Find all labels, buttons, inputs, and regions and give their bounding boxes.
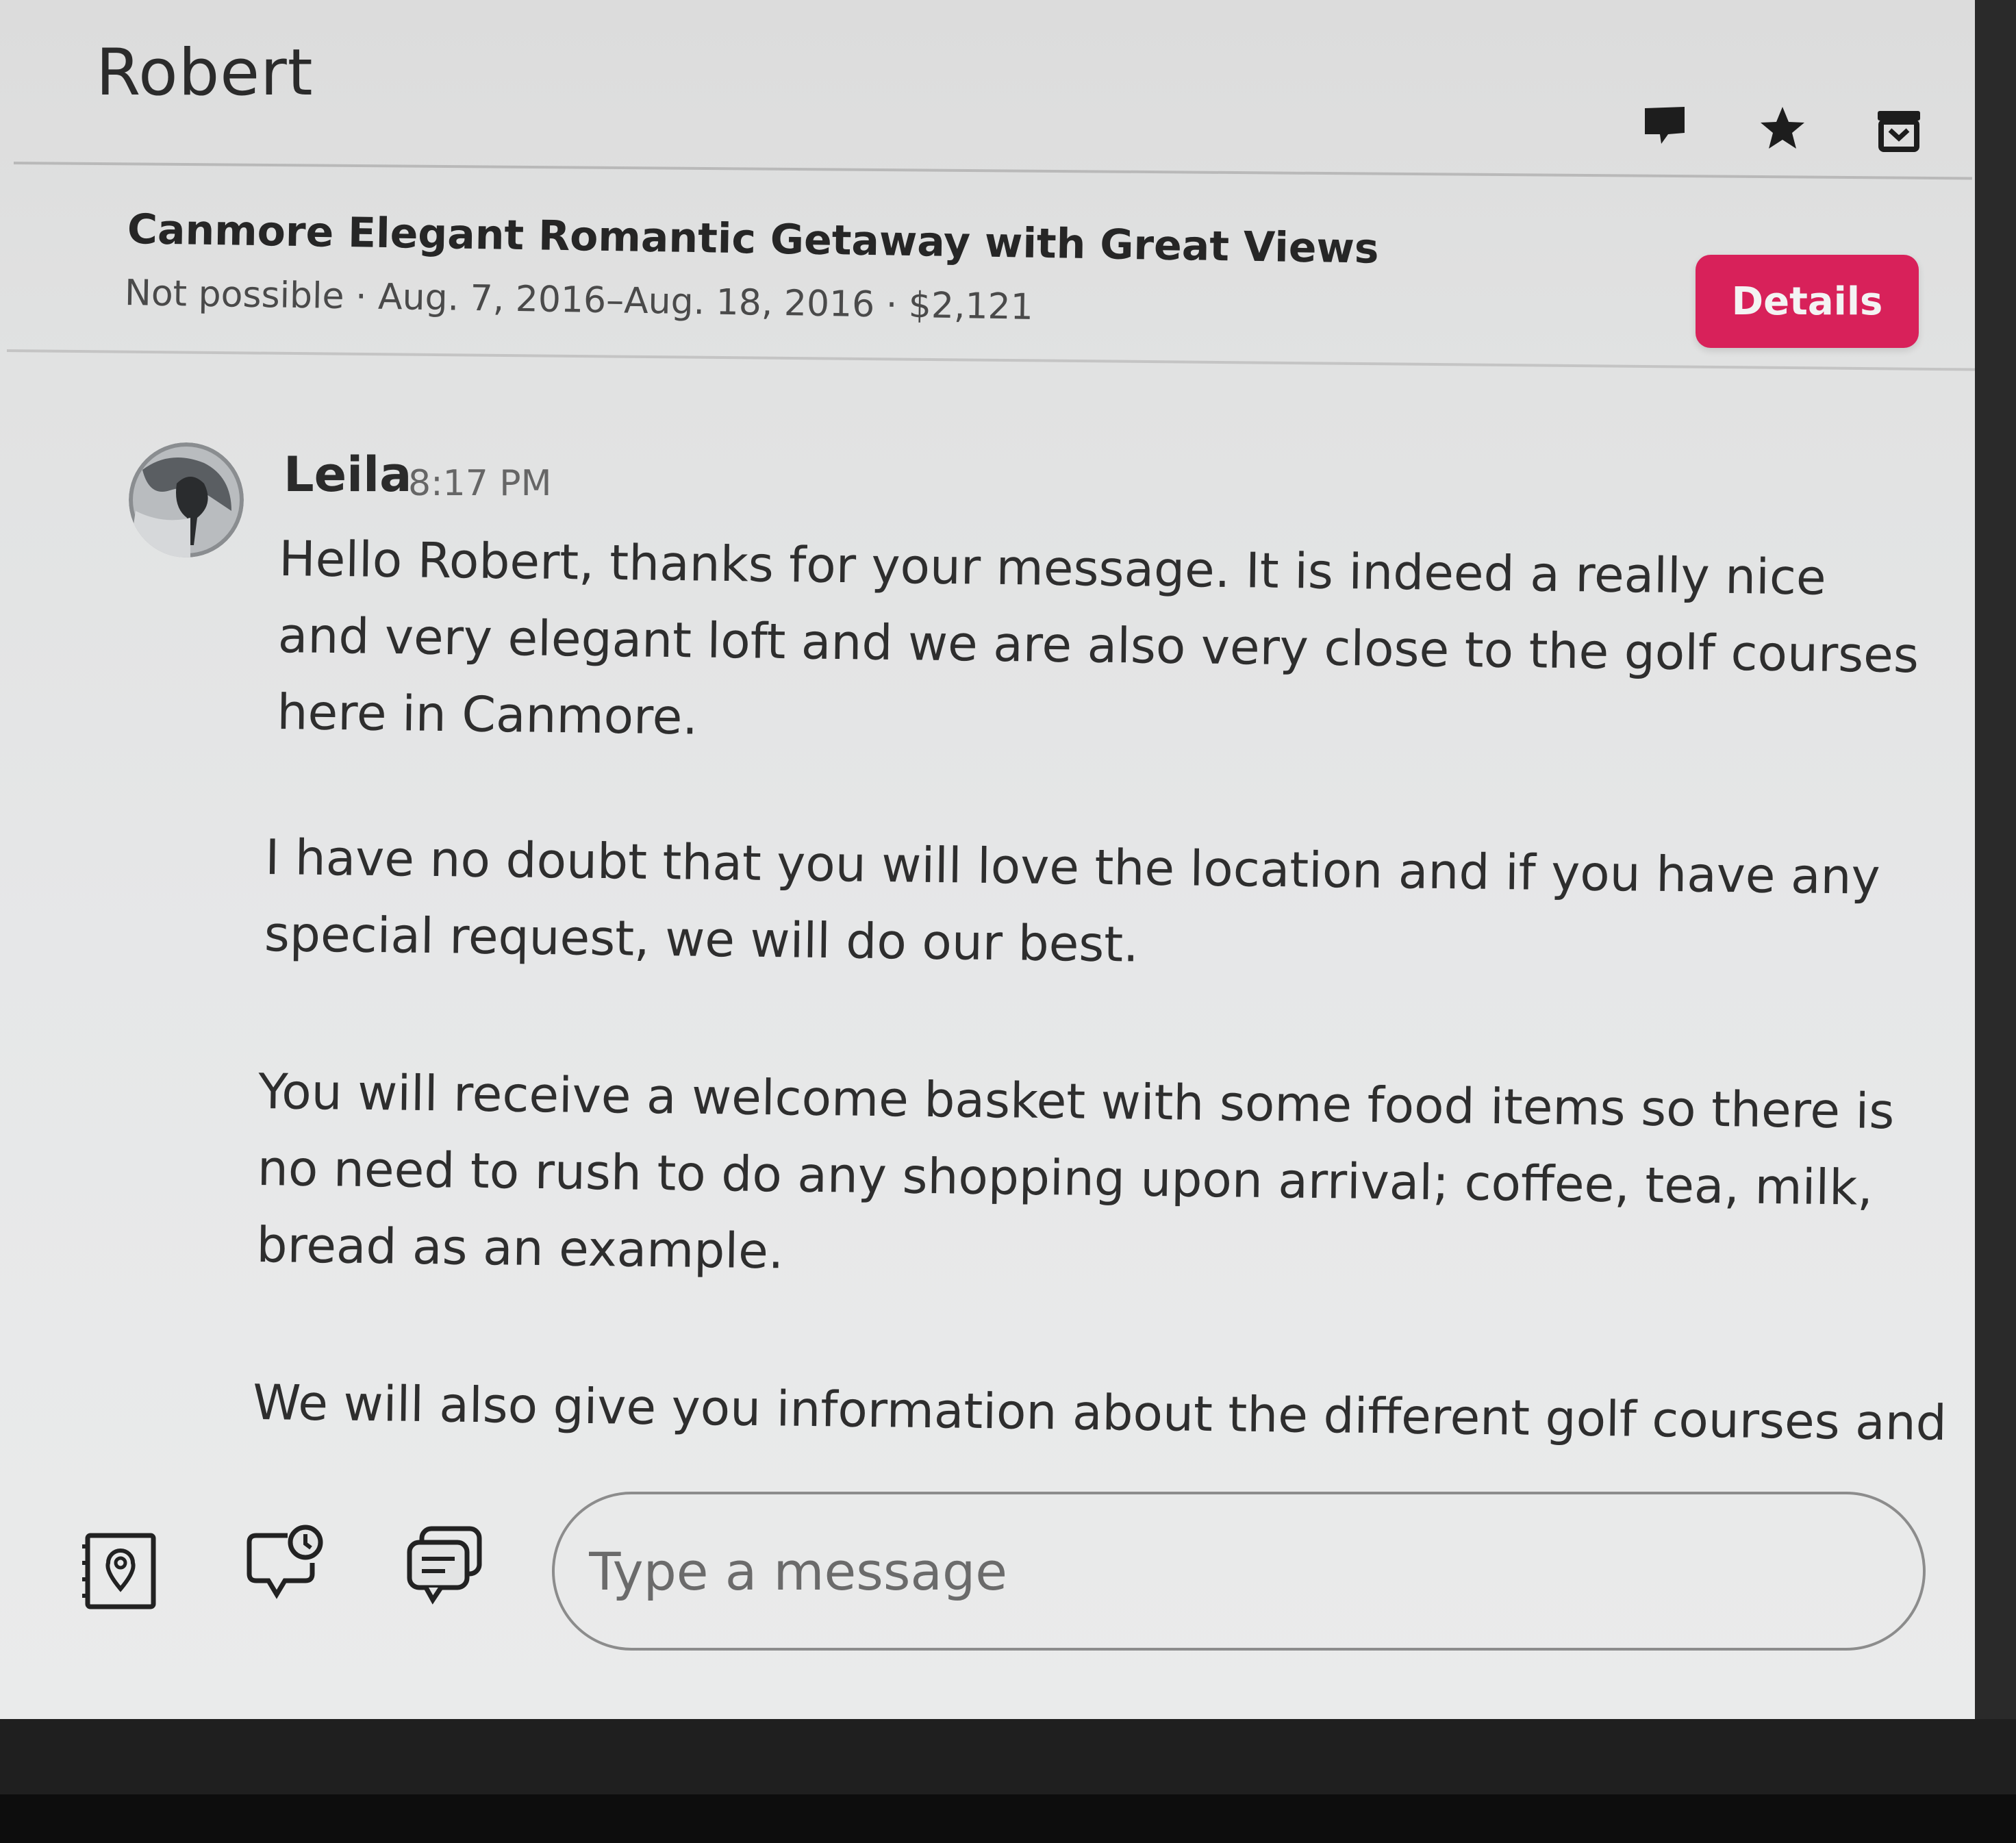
device-bezel-bottom — [0, 1794, 2016, 1843]
header-divider — [13, 162, 1972, 180]
conversation-screen: Robert Canmore Elegant Romantic Getaway … — [0, 0, 2016, 1719]
scheduled-message-icon[interactable] — [240, 1519, 329, 1608]
message-paragraph: You will receive a welcome basket with s… — [256, 1062, 1895, 1280]
star-icon[interactable] — [1759, 104, 1806, 152]
avatar[interactable] — [129, 442, 244, 557]
screen-edge — [1975, 0, 2016, 1719]
details-button[interactable]: Details — [1696, 255, 1919, 348]
message-paragraph: I have no doubt that you will love the l… — [264, 828, 1881, 973]
quick-reply-icon[interactable] — [401, 1519, 490, 1608]
message-timestamp: 8:17 PM — [408, 463, 552, 504]
device-bezel — [0, 1719, 2016, 1794]
archive-icon[interactable] — [1875, 107, 1923, 155]
message-paragraph: Hello Robert, thanks for your message. I… — [277, 529, 1919, 746]
listing-title[interactable]: Canmore Elegant Romantic Getaway with Gr… — [127, 205, 1379, 273]
guidebook-icon[interactable] — [75, 1526, 164, 1615]
conversation-title: Robert — [96, 36, 314, 110]
flag-icon[interactable] — [1641, 101, 1689, 149]
reservation-summary: Not possible · Aug. 7, 2016–Aug. 18, 201… — [124, 273, 1034, 328]
listing-divider — [6, 349, 1979, 371]
message-input[interactable] — [552, 1492, 1926, 1651]
message-paragraph: We will also give you information about … — [252, 1373, 1948, 1452]
sender-name: Leila — [284, 447, 412, 503]
